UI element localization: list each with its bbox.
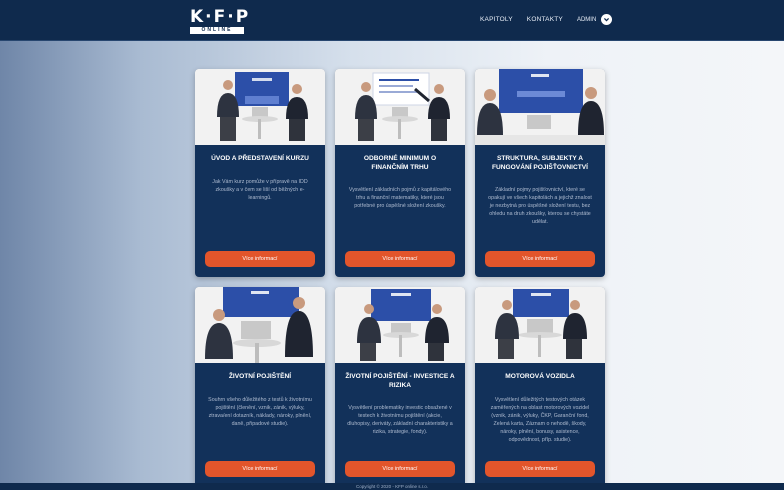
nav-kapitoly[interactable]: KAPITOLY [480,16,513,23]
video-thumbnail[interactable] [335,69,465,145]
card-title: ODBORNÉ MINIMUM O FINANČNÍM TRHU [363,155,437,171]
chapter-card[interactable]: ODBORNÉ MINIMUM O FINANČNÍM TRHU Vysvětl… [335,69,465,277]
card-title: ÚVOD A PŘEDSTAVENÍ KURZU [211,155,309,162]
more-info-button[interactable]: Více informací [345,251,455,267]
more-info-button[interactable]: Více informací [205,461,315,477]
chevron-down-icon[interactable] [601,14,613,25]
video-thumbnail[interactable] [335,287,465,363]
more-info-button[interactable]: Více informací [485,251,595,267]
more-info-button[interactable]: Více informací [345,461,455,477]
chapter-card[interactable]: ÚVOD A PŘEDSTAVENÍ KURZU Jak Vám kurz po… [195,69,325,277]
card-description: Vysvětlení problematiky investic obsažen… [347,405,453,435]
card-description: Souhrn všeho důležitého z testů k životn… [208,396,312,427]
card-title: ŽIVOTNÍ POJIŠTĚNÍ - INVESTICE A RIZIKA [345,373,455,389]
card-description: Základní pojmy pojišťovnictví, které se … [488,187,592,225]
logo-text: K·F·P [190,7,251,27]
user-menu[interactable]: ADMIN [576,14,613,25]
user-name: ADMIN [576,16,597,23]
chapter-card[interactable]: ŽIVOTNÍ POJIŠTĚNÍ - INVESTICE A RIZIKA V… [335,287,465,487]
chapter-grid: ÚVOD A PŘEDSTAVENÍ KURZU Jak Vám kurz po… [195,69,605,487]
card-description: Vysvětlení důležitých testových otázek z… [490,396,590,443]
chapter-card[interactable]: STRUKTURA, SUBJEKTY A FUNGOVÁNÍ POJIŠŤOV… [475,69,605,277]
nav-kontakty[interactable]: KONTAKTY [527,16,563,23]
video-thumbnail[interactable] [195,69,325,145]
video-thumbnail[interactable] [195,287,325,363]
more-info-button[interactable]: Více informací [485,461,595,477]
chapter-card[interactable]: MOTOROVÁ VOZIDLA Vysvětlení důležitých t… [475,287,605,487]
more-info-button[interactable]: Více informací [205,251,315,267]
top-navbar: K·F·P ONLINE KAPITOLY KONTAKTY ADMIN [0,0,784,41]
card-description: Vysvětlení základních pojmů z kapitálové… [348,187,452,209]
kfp-online-logo[interactable]: K·F·P ONLINE [190,7,251,34]
chapter-card[interactable]: ŽIVOTNÍ POJIŠTĚNÍ Souhrn všeho důležitéh… [195,287,325,487]
video-thumbnail[interactable] [475,69,605,145]
card-title: MOTOROVÁ VOZIDLA [505,373,575,380]
video-thumbnail[interactable] [475,287,605,363]
card-title: STRUKTURA, SUBJEKTY A FUNGOVÁNÍ POJIŠŤOV… [492,155,588,171]
copyright-text: Copyright © 2020 - KFP online s.r.o. [355,484,429,489]
main-nav: KAPITOLY KONTAKTY ADMIN [480,14,613,25]
card-description: Jak Vám kurz pomůže v přípravě na IDD zk… [212,178,308,201]
logo-subtext: ONLINE [190,27,244,34]
card-title: ŽIVOTNÍ POJIŠTĚNÍ [228,373,292,380]
